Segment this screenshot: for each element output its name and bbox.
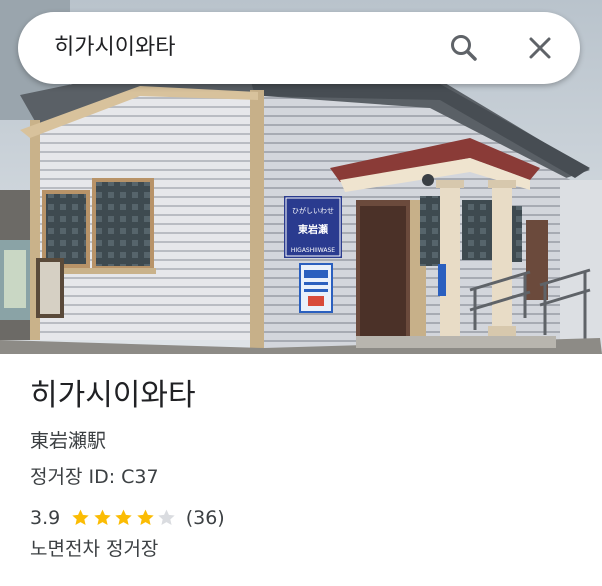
review-count[interactable]: (36) [186, 507, 225, 529]
star-filled-icon [115, 509, 132, 525]
star-filled-icon [137, 509, 154, 525]
place-title: 히가시이와타 [30, 378, 196, 413]
rating-stars [70, 508, 178, 528]
svg-text:ひがしいわせ: ひがしいわせ [292, 206, 334, 215]
rating-value: 3.9 [30, 507, 61, 529]
star-filled-icon [94, 509, 111, 525]
close-icon [529, 37, 551, 59]
place-info-panel: 히가시이와타 東岩瀬駅 정거장 ID: C37 3.9 (36) 노면전차 정거… [0, 354, 602, 586]
search-query[interactable]: 히가시이와타 [54, 32, 175, 64]
svg-text:東岩瀬: 東岩瀬 [298, 223, 328, 236]
star-empty-icon [158, 509, 175, 525]
search-button[interactable] [444, 28, 484, 68]
place-native-name: 東岩瀬駅 [30, 430, 107, 452]
close-button[interactable] [520, 28, 560, 68]
search-bar[interactable]: 히가시이와타 [18, 12, 580, 84]
star-filled-icon [72, 509, 89, 525]
stop-id: 정거장 ID: C37 [30, 466, 159, 488]
place-category: 노면전차 정거장 [30, 538, 159, 560]
rating-row[interactable]: 3.9 (36) [30, 505, 225, 531]
search-icon [451, 35, 477, 61]
svg-text:HIGASHIIWASE: HIGASHIIWASE [291, 247, 335, 254]
